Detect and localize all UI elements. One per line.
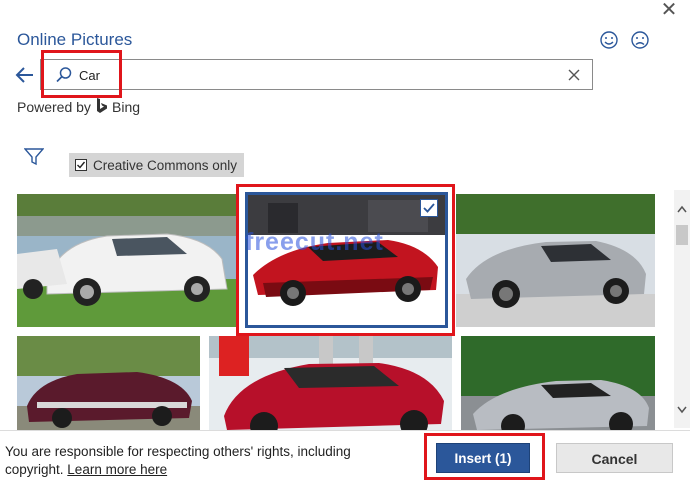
- close-button[interactable]: ✕: [656, 0, 682, 20]
- creative-commons-checkbox[interactable]: Creative Commons only: [69, 153, 244, 177]
- bing-logo-icon: [96, 98, 108, 114]
- clear-icon[interactable]: [564, 65, 584, 85]
- filter-icon[interactable]: [23, 148, 45, 166]
- back-arrow-icon[interactable]: [14, 64, 36, 86]
- result-image-silver-coupe[interactable]: [456, 194, 655, 327]
- search-input[interactable]: Car: [40, 59, 593, 90]
- creative-commons-label: Creative Commons only: [93, 158, 238, 173]
- scroll-up-icon[interactable]: [676, 203, 688, 215]
- dialog-title: Online Pictures: [17, 30, 133, 49]
- search-highlight: [41, 50, 122, 98]
- image-highlight: [236, 184, 455, 336]
- watermark: freecut.net: [245, 228, 384, 256]
- learn-more-link[interactable]: Learn more here: [67, 462, 167, 477]
- result-image-silver-roadster[interactable]: [461, 336, 655, 430]
- scrollbar-thumb[interactable]: [676, 225, 688, 245]
- rights-notice: You are responsible for respecting other…: [5, 443, 385, 479]
- rights-notice-text: You are responsible for respecting other…: [5, 444, 351, 477]
- frown-icon[interactable]: [630, 30, 650, 50]
- result-image-vintage-maroon-car[interactable]: [17, 336, 200, 430]
- cancel-button[interactable]: Cancel: [556, 443, 673, 473]
- result-image-red-tesla[interactable]: [209, 336, 452, 430]
- smile-icon[interactable]: [599, 30, 619, 50]
- bing-label: Bing: [112, 99, 141, 115]
- powered-by-label: Powered by: [17, 99, 91, 115]
- result-image-white-sedan[interactable]: [17, 194, 236, 327]
- scroll-down-icon[interactable]: [676, 402, 688, 414]
- insert-highlight: [424, 433, 545, 480]
- checkbox-checked-icon[interactable]: [75, 159, 87, 171]
